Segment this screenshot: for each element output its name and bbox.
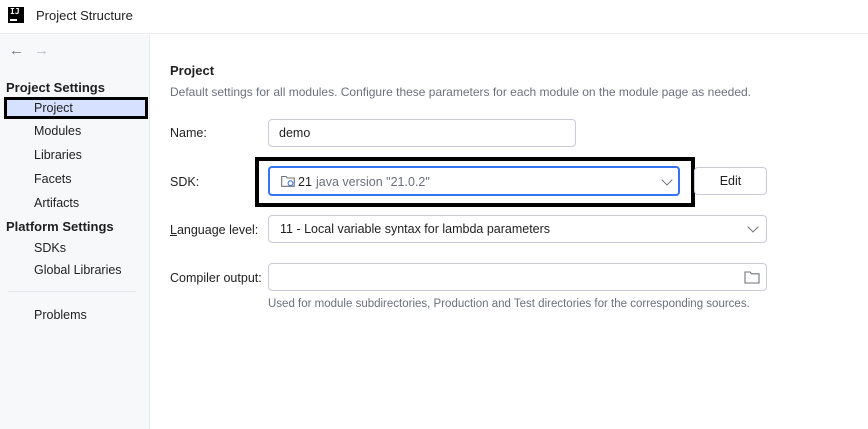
sidebar: ← → Project Settings Project Modules Lib… [0,35,150,429]
intellij-logo-icon: IJ [8,7,24,23]
window-title: Project Structure [36,8,133,23]
compiler-output-label: Compiler output: [170,271,262,285]
project-settings-panel: Project Default settings for all modules… [151,35,868,429]
compiler-output-input[interactable] [268,263,767,291]
language-level-label-text: anguage level: [176,223,259,237]
sdk-label: SDK: [170,175,200,189]
sidebar-item-problems[interactable]: Problems [34,308,87,322]
language-level-value: 11 - Local variable syntax for lambda pa… [280,222,551,236]
sdk-dropdown[interactable]: 21 java version "21.0.2" [268,166,680,196]
forward-arrow-icon[interactable]: → [34,43,49,58]
sidebar-item-modules[interactable]: Modules [34,124,81,138]
sdk-version: 21 [298,175,312,189]
name-label: Name: [170,126,207,140]
sidebar-item-global-libraries[interactable]: Global Libraries [34,263,122,277]
language-level-mnemonic: L [170,223,177,237]
edit-sdk-button[interactable]: Edit [694,167,767,195]
sidebar-item-project[interactable]: Project [4,97,148,119]
folder-java-icon [281,175,295,187]
language-level-label: Language level: [170,223,258,237]
chevron-down-icon [661,174,673,186]
sidebar-divider [8,291,136,292]
page-title: Project [170,63,215,78]
page-description: Default settings for all modules. Config… [170,85,752,99]
sdk-description: java version "21.0.2" [316,175,430,189]
sidebar-item-artifacts[interactable]: Artifacts [34,196,79,210]
title-bar: IJ Project Structure [0,0,868,34]
language-level-dropdown[interactable]: 11 - Local variable syntax for lambda pa… [268,215,767,243]
folder-icon[interactable] [744,270,760,284]
sidebar-item-sdks[interactable]: SDKs [34,241,66,255]
section-header-platform-settings: Platform Settings [6,219,114,234]
back-arrow-icon[interactable]: ← [9,43,24,58]
chevron-down-icon [747,221,759,233]
section-header-project-settings: Project Settings [6,80,105,95]
project-name-input[interactable]: demo [268,119,576,147]
sidebar-item-facets[interactable]: Facets [34,172,72,186]
compiler-output-hint: Used for module subdirectories, Producti… [268,298,750,310]
sidebar-item-libraries[interactable]: Libraries [34,148,82,162]
